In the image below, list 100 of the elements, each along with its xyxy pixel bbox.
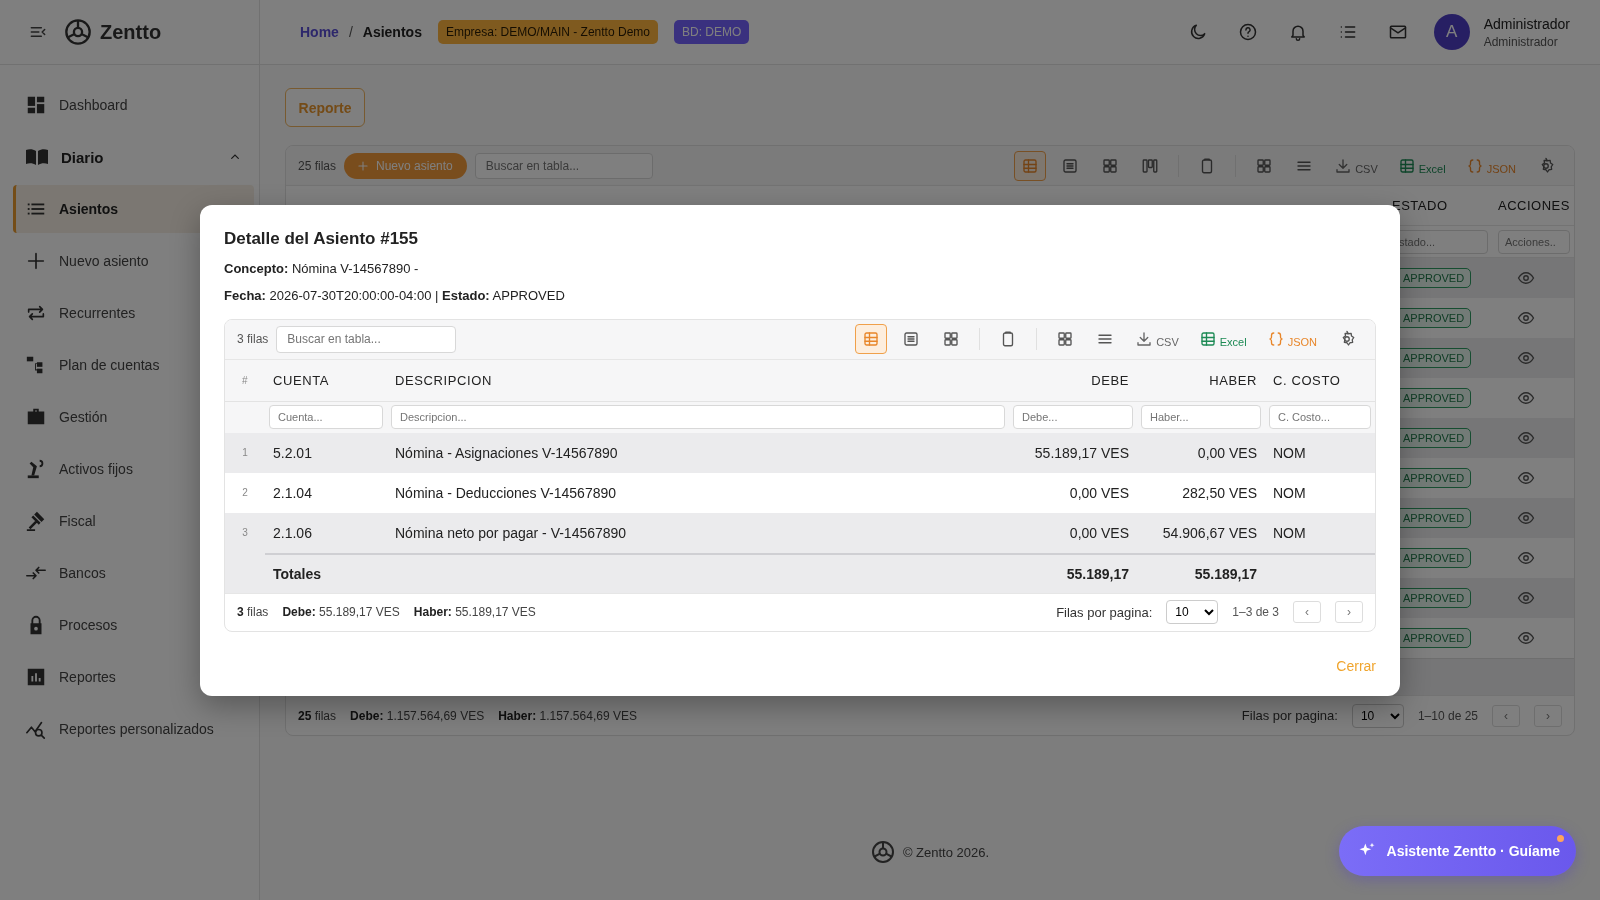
next-page-button[interactable]: › bbox=[1534, 704, 1562, 727]
summary-text: 25 filas bbox=[298, 708, 337, 723]
table-cell-text: 2.1.04 bbox=[272, 484, 313, 501]
table-cell-text: 0,00 VES bbox=[1068, 524, 1130, 541]
filter-field[interactable]: C. Costo... bbox=[1269, 405, 1371, 429]
avatar[interactable]: A bbox=[1433, 14, 1470, 50]
logo-icon bbox=[870, 840, 895, 864]
column-header[interactable]: ACCIONES bbox=[1498, 198, 1574, 213]
gavel-icon bbox=[25, 510, 47, 532]
context-badge: BD: DEMO bbox=[673, 20, 750, 44]
sidebar-item[interactable]: Gestión bbox=[0, 391, 259, 443]
summary-text: Debe: 1.157.564,69 VES bbox=[350, 708, 485, 723]
excel-button[interactable]: Excel bbox=[1192, 330, 1253, 348]
braces-icon bbox=[1266, 330, 1285, 348]
eye-icon bbox=[1517, 589, 1535, 607]
help-icon bbox=[1237, 22, 1258, 42]
table-cell-text: NOM bbox=[1272, 444, 1307, 461]
breadcrumb-link[interactable]: Asientos bbox=[362, 24, 422, 40]
grid-view-icon bbox=[1101, 156, 1120, 175]
search-field[interactable]: Buscar en tabla... bbox=[474, 152, 653, 179]
detail-line: Concepto: Nómina V-14567890 - bbox=[224, 260, 420, 276]
rows-per-page-label: Filas por pagina: bbox=[1056, 604, 1153, 620]
column-header[interactable]: DESCRIPCION bbox=[387, 372, 1009, 388]
sidebar-item[interactable]: Bancos bbox=[0, 547, 259, 599]
previous-page-button[interactable]: ‹ bbox=[1492, 704, 1520, 727]
download-icon bbox=[1135, 330, 1154, 348]
summary-text: 3 filas bbox=[237, 605, 269, 619]
eye-icon bbox=[1517, 389, 1535, 407]
breadcrumb-separator: / bbox=[348, 24, 353, 40]
eye-icon bbox=[1517, 269, 1535, 287]
table-cell-text: 0,00 VES bbox=[1068, 484, 1130, 501]
json-button[interactable]: JSON bbox=[1260, 330, 1323, 348]
search-field[interactable]: Buscar en tabla... bbox=[276, 325, 457, 353]
filter-field[interactable]: Descripcion... bbox=[391, 405, 1005, 429]
column-header[interactable]: # bbox=[225, 374, 265, 386]
excel-button[interactable]: Excel bbox=[1391, 156, 1452, 175]
eye-icon bbox=[1517, 509, 1535, 527]
table-cell-text: Nómina - Deducciones V-14567890 bbox=[394, 484, 618, 501]
close-button[interactable]: Cerrar bbox=[1336, 653, 1376, 678]
brand-name: Zentto bbox=[100, 20, 162, 44]
filter-field[interactable]: Acciones.. bbox=[1498, 229, 1570, 254]
mail-icon bbox=[1387, 22, 1408, 42]
row-count: 3 filas bbox=[237, 332, 269, 346]
sidebar-item[interactable]: Reportes personalizados bbox=[0, 703, 259, 755]
detail-line: Fecha: 2026-07-30T20:00:00-04:00 | Estado: APPROVED bbox=[224, 287, 566, 303]
kanban-view-icon bbox=[1141, 156, 1160, 175]
rows-per-page-select[interactable]: 10 bbox=[1351, 703, 1404, 728]
breadcrumb-link[interactable]: Home bbox=[300, 24, 339, 40]
assistant-button[interactable]: Asistente Zentto · Guíame bbox=[1338, 826, 1576, 876]
table-icon bbox=[1021, 156, 1040, 175]
column-header[interactable]: HABER bbox=[1137, 372, 1265, 388]
filter-field[interactable]: Haber... bbox=[1141, 405, 1261, 429]
grid-view-icon bbox=[1255, 156, 1274, 175]
eye-icon bbox=[1517, 549, 1535, 567]
table-cell-text: 0,00 VES bbox=[1196, 444, 1258, 461]
row-number: 1 bbox=[241, 447, 249, 458]
rows-per-page-select[interactable]: 10 bbox=[1166, 600, 1219, 624]
summary-text: Haber: 1.157.564,69 VES bbox=[498, 708, 637, 723]
page-range: 1–10 de 25 bbox=[1417, 708, 1478, 723]
next-page-button[interactable]: › bbox=[1335, 601, 1363, 623]
table-cell-text: NOM bbox=[1272, 524, 1307, 541]
column-header[interactable]: CUENTA bbox=[265, 372, 387, 388]
filter-field[interactable]: Debe... bbox=[1013, 405, 1133, 429]
row-number: 2 bbox=[241, 487, 249, 498]
eye-icon bbox=[1517, 629, 1535, 647]
braces-icon bbox=[1465, 156, 1484, 175]
table-cell-text: 55.189,17 VES bbox=[1033, 444, 1130, 461]
copyright-text: © Zentto 2026. bbox=[902, 844, 990, 860]
plus-icon bbox=[25, 250, 47, 272]
sidebar-item[interactable]: Diario bbox=[0, 131, 259, 183]
rows-per-page-label: Filas por pagina: bbox=[1241, 708, 1338, 723]
spreadsheet-icon bbox=[1397, 156, 1416, 175]
table-icon bbox=[862, 330, 881, 348]
row-count: 25 filas bbox=[298, 158, 337, 173]
grid-view-icon bbox=[1056, 330, 1075, 348]
table-cell-text: 2.1.06 bbox=[272, 524, 313, 541]
column-header[interactable]: DEBE bbox=[1009, 372, 1137, 388]
bar-chart-icon bbox=[25, 666, 47, 688]
plus-icon bbox=[356, 158, 371, 173]
page-range: 1–3 de 3 bbox=[1232, 605, 1279, 619]
previous-page-button[interactable]: ‹ bbox=[1293, 601, 1321, 623]
row-number: 3 bbox=[241, 527, 249, 538]
sidebar-item[interactable]: Dashboard bbox=[0, 79, 259, 131]
csv-button[interactable]: CSV bbox=[1328, 156, 1384, 175]
table-cell-text: Nómina - Asignaciones V-14567890 bbox=[394, 444, 619, 461]
grid-view-icon bbox=[942, 330, 961, 348]
eye-icon bbox=[1517, 469, 1535, 487]
user-name: Administrador bbox=[1483, 15, 1570, 32]
table-cell-text: 5.2.01 bbox=[272, 444, 313, 461]
eye-icon bbox=[1517, 349, 1535, 367]
view-button[interactable] bbox=[855, 324, 888, 354]
list-view-icon bbox=[1061, 156, 1080, 175]
csv-button[interactable]: CSV bbox=[1129, 330, 1185, 348]
table-cell-text: 54.906,67 VES bbox=[1161, 524, 1258, 541]
totals-label: Totales bbox=[273, 565, 321, 582]
spreadsheet-icon bbox=[1198, 330, 1217, 348]
total-value: 55.189,17 bbox=[1194, 565, 1257, 582]
list-view-icon bbox=[902, 330, 921, 348]
column-header[interactable]: C. COSTO bbox=[1265, 372, 1375, 388]
filter-field[interactable]: Cuenta... bbox=[269, 405, 383, 429]
